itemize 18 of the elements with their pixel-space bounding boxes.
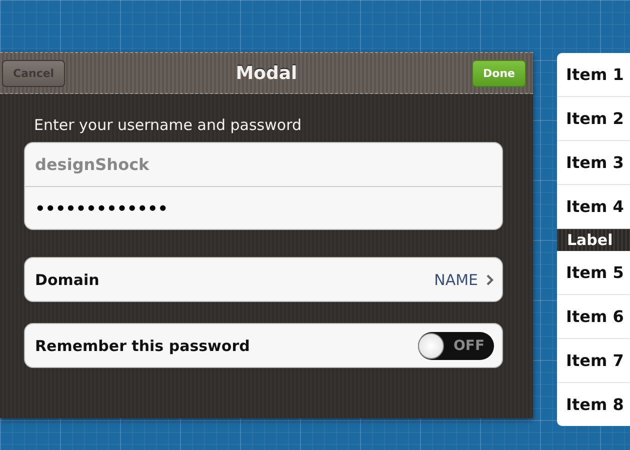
- username-field[interactable]: designShock: [24, 142, 503, 186]
- modal-title: Modal: [236, 62, 298, 84]
- list-item[interactable]: Item 8: [557, 383, 630, 426]
- list-item[interactable]: Item 7: [557, 339, 630, 383]
- password-field[interactable]: •••••••••••••: [24, 186, 503, 230]
- list-item[interactable]: Item 1: [557, 53, 630, 97]
- section-header: Label: [557, 229, 630, 251]
- list-item[interactable]: Item 2: [557, 97, 630, 141]
- list-item[interactable]: Item 5: [557, 251, 630, 295]
- domain-row[interactable]: Domain NAME: [24, 257, 503, 302]
- chevron-icon: [486, 274, 494, 286]
- prompt-text: Enter your username and password: [34, 116, 302, 134]
- domain-label: Domain: [35, 270, 100, 288]
- domain-value: NAME: [434, 270, 478, 288]
- list-item[interactable]: Item 3: [557, 141, 630, 185]
- remember-label: Remember this password: [35, 336, 250, 354]
- toggle-switch[interactable]: OFF: [418, 332, 494, 360]
- list-item[interactable]: Item 6: [557, 295, 630, 339]
